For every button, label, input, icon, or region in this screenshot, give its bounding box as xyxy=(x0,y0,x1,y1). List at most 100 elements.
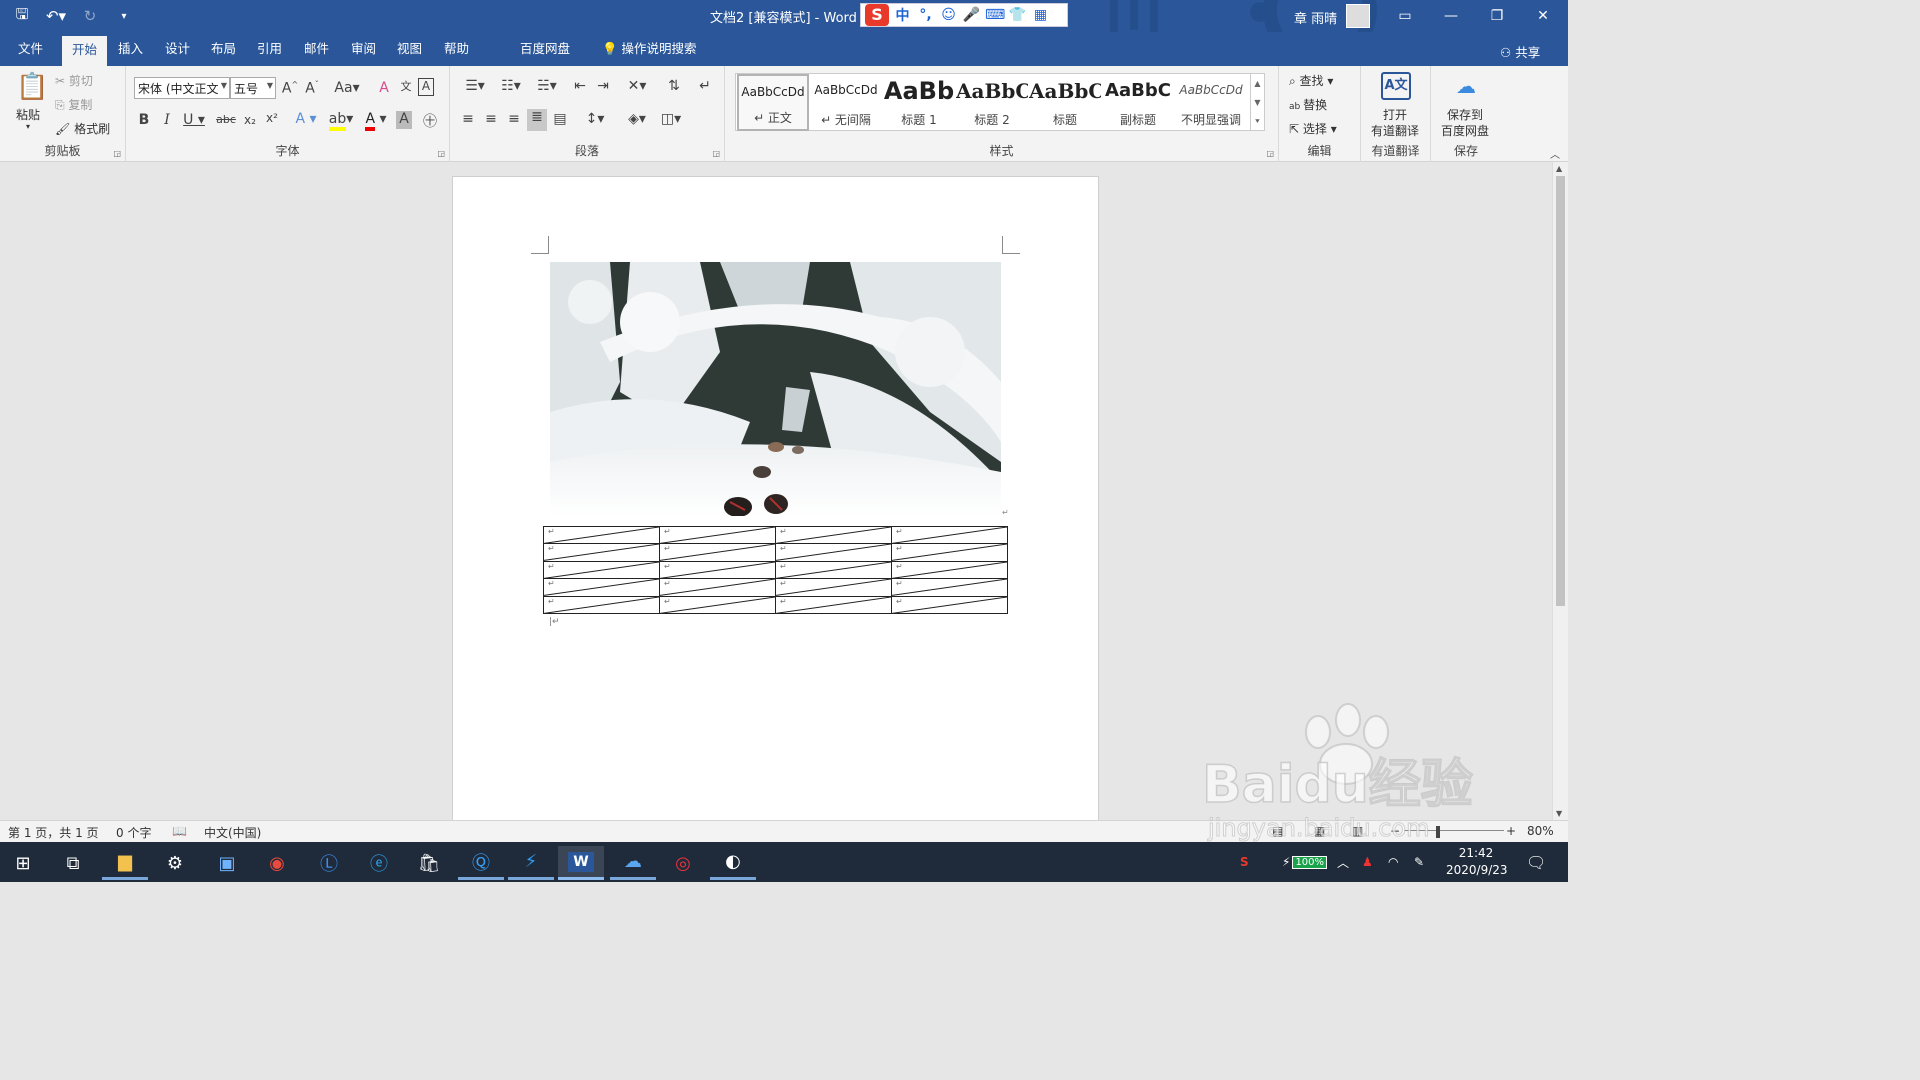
font-size-combo[interactable]: 五号 ▼ xyxy=(230,77,276,99)
table-cell[interactable]: ↵ xyxy=(543,560,660,580)
style-heading-1[interactable]: AaBb 标题 1 xyxy=(883,74,955,131)
character-border-icon[interactable]: A xyxy=(418,78,434,96)
align-center-icon[interactable]: ≡ xyxy=(481,111,501,127)
tab-help[interactable]: 帮助 xyxy=(434,32,479,66)
table-cell[interactable]: ↵ xyxy=(543,525,660,545)
youdao-open-label[interactable]: 打开 xyxy=(1383,106,1407,123)
subscript-icon[interactable]: x₂ xyxy=(240,113,260,127)
table-cell[interactable]: ↵ xyxy=(891,543,1008,562)
cut-button[interactable]: ✂ 剪切 xyxy=(55,72,93,89)
shading-icon[interactable]: ◈▾ xyxy=(622,111,652,127)
internet-explorer-icon[interactable]: ⓔ xyxy=(356,846,402,880)
table-cell[interactable]: ↵ xyxy=(891,578,1008,597)
undo-icon[interactable]: ↶▾ xyxy=(42,4,70,28)
web-layout-icon[interactable]: ▥ xyxy=(1352,824,1363,838)
italic-icon[interactable]: I xyxy=(157,112,177,128)
tab-file[interactable]: 文件 xyxy=(8,32,53,66)
copy-button[interactable]: ⎘ 复制 xyxy=(55,96,92,113)
vertical-scrollbar[interactable]: ▲ ▼ xyxy=(1552,162,1568,820)
select-button[interactable]: ⇱ 选择 ▾ xyxy=(1289,120,1337,137)
store-icon[interactable]: 🛍 xyxy=(406,846,452,880)
file-explorer-icon[interactable]: ▆ xyxy=(102,846,148,880)
table-cell[interactable]: ↵ xyxy=(775,560,892,580)
numbering-icon[interactable]: ☷▾ xyxy=(494,78,528,94)
text-effects-icon[interactable]: A ▾ xyxy=(292,111,320,127)
tab-home[interactable]: 开始 xyxy=(62,36,108,66)
borders-icon[interactable]: ◫▾ xyxy=(656,111,686,127)
change-case-icon[interactable]: Aa▾ xyxy=(332,80,362,96)
style-subtitle[interactable]: AaBbC 副标题 xyxy=(1102,74,1174,131)
bullets-icon[interactable]: ☰▾ xyxy=(458,78,492,94)
user-name[interactable]: 章 雨晴 xyxy=(1294,8,1337,27)
enclose-characters-icon[interactable]: ㊉ xyxy=(420,111,440,131)
save-to-label-1[interactable]: 保存到 xyxy=(1447,106,1483,123)
l-app-icon[interactable]: Ⓛ xyxy=(306,846,352,880)
replace-button[interactable]: ab 替换 xyxy=(1289,96,1327,113)
table-cell[interactable]: ↵ xyxy=(891,560,1008,580)
ribbon-display-options-icon[interactable]: ▭ xyxy=(1382,0,1428,32)
qq-tray-icon[interactable]: ♟ xyxy=(1362,842,1373,882)
read-mode-icon[interactable]: ▤ xyxy=(1272,824,1283,838)
restore-icon[interactable]: ❐ xyxy=(1474,0,1520,32)
tab-design[interactable]: 设计 xyxy=(155,32,200,66)
translate-icon[interactable]: A文 xyxy=(1381,72,1411,100)
redo-icon[interactable]: ↻ xyxy=(76,4,104,28)
shrink-font-icon[interactable]: Aˇ xyxy=(302,80,322,97)
line-spacing-icon[interactable]: ↕▾ xyxy=(580,111,610,127)
font-color-icon[interactable]: A ▾ xyxy=(362,111,390,131)
share-button[interactable]: ⚇ 共享 xyxy=(1500,42,1540,61)
scroll-up-icon[interactable]: ▲ xyxy=(1556,164,1562,173)
table-cell[interactable]: ↵ xyxy=(891,595,1008,614)
paragraph-launcher-icon[interactable]: ◲ xyxy=(712,149,720,158)
table-cell[interactable]: ↵ xyxy=(775,543,892,562)
style-title[interactable]: AaBbC 标题 xyxy=(1029,74,1101,131)
format-painter-button[interactable]: 🖌 格式刷 xyxy=(55,120,110,137)
table-cell[interactable]: ↵ xyxy=(775,578,892,597)
ime-skin-icon[interactable]: 👕 xyxy=(1008,7,1027,23)
tab-mailings[interactable]: 邮件 xyxy=(294,32,339,66)
grow-font-icon[interactable]: A^ xyxy=(280,80,300,97)
highlight-color-icon[interactable]: ab▾ xyxy=(326,111,356,131)
scroll-thumb[interactable] xyxy=(1556,176,1565,606)
ime-keyboard-icon[interactable]: ⌨ xyxy=(985,7,1005,23)
font-name-combo[interactable]: 宋体 (中文正文 ▼ xyxy=(134,77,230,99)
align-left-icon[interactable]: ≡ xyxy=(458,111,478,127)
tab-baidu-netdisk[interactable]: 百度网盘 xyxy=(510,32,580,66)
sogou-logo-icon[interactable]: S xyxy=(865,4,889,26)
zoom-in-icon[interactable]: + xyxy=(1506,824,1516,838)
justify-icon[interactable]: ≣ xyxy=(527,109,547,131)
word-count[interactable]: 0 个字 xyxy=(116,824,151,841)
ime-voice-icon[interactable]: 🎤 xyxy=(962,7,981,23)
document-table[interactable]: ↵ ↵ ↵ ↵ ↵ ↵ ↵ ↵ ↵ ↵ ↵ ↵ ↵ ↵ ↵ ↵ ↵ ↵ ↵ ↵ xyxy=(543,525,1008,614)
phonetic-guide-icon[interactable]: 文 xyxy=(396,78,416,94)
sogou-ime-toolbar[interactable]: S 中 °, ☺ 🎤 ⌨ 👕 ▦ xyxy=(860,3,1068,27)
table-cell[interactable]: ↵ xyxy=(543,578,660,597)
word-taskbar-icon[interactable]: W xyxy=(558,846,604,880)
show-marks-icon[interactable]: ↵ xyxy=(695,78,715,94)
save-icon[interactable]: 🖫 xyxy=(8,4,36,28)
table-cell[interactable]: ↵ xyxy=(659,578,776,597)
styles-scroll[interactable]: ▲ ▼ ⯆ xyxy=(1250,74,1264,131)
close-icon[interactable]: ✕ xyxy=(1520,0,1566,32)
pen-icon[interactable]: ✎ xyxy=(1414,842,1424,882)
decrease-indent-icon[interactable]: ⇤ xyxy=(570,78,590,94)
language-indicator[interactable]: 中文(中国) xyxy=(204,824,261,841)
media-app-icon[interactable]: ◐ xyxy=(710,846,756,880)
notification-icon[interactable]: 🗨 xyxy=(1526,842,1546,882)
zoom-level[interactable]: 80% xyxy=(1527,824,1554,838)
wifi-icon[interactable]: ◠ xyxy=(1388,842,1398,882)
snow-forest-image[interactable] xyxy=(550,262,1001,516)
system-clock[interactable]: 21:42 2020/9/23 xyxy=(1446,845,1508,879)
tab-references[interactable]: 引用 xyxy=(247,32,292,66)
proofing-icon[interactable]: 📖 xyxy=(172,824,187,838)
chevron-up-icon[interactable]: ︿ xyxy=(1337,842,1349,882)
style-no-spacing[interactable]: AaBbCcDd ↵ 无间隔 xyxy=(810,74,882,131)
customize-qat-icon[interactable]: ▾ xyxy=(110,4,138,28)
youdao-translate-label[interactable]: 有道翻译 xyxy=(1371,122,1419,139)
settings-icon[interactable]: ⚙ xyxy=(152,846,198,880)
task-view-icon[interactable]: ⧉ xyxy=(50,846,96,880)
clipboard-launcher-icon[interactable]: ◲ xyxy=(113,149,121,158)
strikethrough-icon[interactable]: abc xyxy=(214,113,238,126)
bold-icon[interactable]: B xyxy=(134,112,154,128)
superscript-icon[interactable]: x² xyxy=(262,111,282,125)
